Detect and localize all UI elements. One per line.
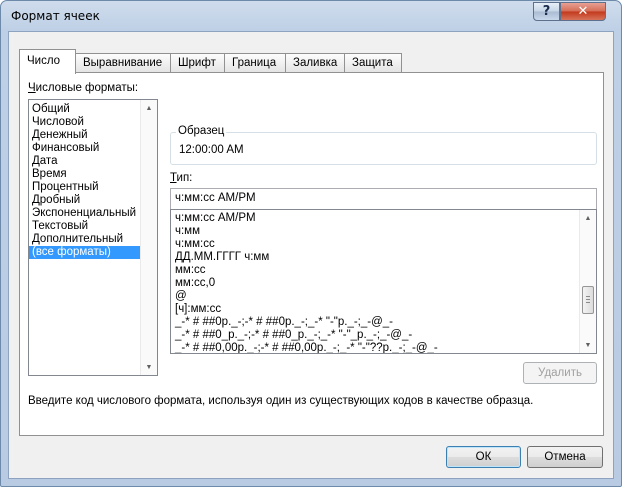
format-code-item[interactable]: ч:мм:сс bbox=[171, 238, 596, 251]
help-button[interactable]: ? bbox=[533, 2, 560, 21]
format-code-item[interactable]: ДД.ММ.ГГГГ ч:мм bbox=[171, 251, 596, 264]
tab-protection[interactable]: Защита bbox=[344, 53, 402, 73]
category-item-number[interactable]: Числовой bbox=[29, 116, 157, 129]
sample-value: 12:00:00 AM bbox=[179, 144, 244, 156]
format-code-item[interactable]: _-* # ##0р._-;-* # ##0р._-;_-* "-"р._-;_… bbox=[171, 316, 596, 329]
scroll-down-arrow-icon[interactable]: ▼ bbox=[141, 359, 157, 375]
grip-line bbox=[586, 302, 590, 303]
category-item-accounting[interactable]: Финансовый bbox=[29, 142, 157, 155]
format-code-item[interactable]: _-* # ##0_р._-;-* # ##0_р._-;_-* "-"_р._… bbox=[171, 329, 596, 342]
type-label: Тип: bbox=[170, 172, 192, 184]
category-list[interactable]: Общий Числовой Денежный Финансовый Дата … bbox=[28, 99, 158, 376]
category-item-special[interactable]: Дополнительный bbox=[29, 233, 157, 246]
description-text: Введите код числового формата, используя… bbox=[28, 395, 534, 407]
format-code-item[interactable]: мм:сс,0 bbox=[171, 277, 596, 290]
category-item-date[interactable]: Дата bbox=[29, 155, 157, 168]
category-list-scrollbar[interactable]: ▲ ▼ bbox=[140, 100, 157, 375]
scroll-thumb[interactable] bbox=[582, 286, 594, 314]
scroll-up-arrow-icon[interactable]: ▲ bbox=[580, 210, 596, 226]
category-item-time[interactable]: Время bbox=[29, 168, 157, 181]
category-item-custom[interactable]: (все форматы) bbox=[29, 246, 140, 259]
format-list-scrollbar[interactable]: ▲ ▼ bbox=[579, 210, 596, 353]
format-code-item[interactable]: @ bbox=[171, 290, 596, 303]
close-button[interactable]: ✕ bbox=[560, 2, 606, 21]
grip-line bbox=[586, 299, 590, 300]
number-tab-panel: Числовые форматы: Общий Числовой Денежны… bbox=[19, 72, 604, 436]
sample-group: Образец 12:00:00 AM bbox=[170, 125, 597, 165]
cancel-button[interactable]: Отмена bbox=[527, 446, 603, 468]
scroll-down-arrow-icon[interactable]: ▼ bbox=[580, 337, 596, 353]
ok-button[interactable]: ОК bbox=[446, 446, 521, 468]
close-icon: ✕ bbox=[577, 4, 589, 19]
tab-fill[interactable]: Заливка bbox=[285, 53, 345, 73]
category-item-scientific[interactable]: Экспоненциальный bbox=[29, 207, 157, 220]
categories-label: Числовые форматы: bbox=[28, 82, 138, 94]
format-code-item[interactable]: ч:мм bbox=[171, 225, 596, 238]
type-label-rest: ип: bbox=[176, 172, 193, 184]
tab-font[interactable]: Шрифт bbox=[170, 53, 225, 73]
dialog-title: Формат ячеек bbox=[11, 9, 100, 23]
category-item-text[interactable]: Текстовый bbox=[29, 220, 157, 233]
category-item-general[interactable]: Общий bbox=[29, 103, 157, 116]
sample-label: Образец bbox=[176, 125, 227, 137]
dialog-client-area: Число Выравнивание Шрифт Граница Заливка… bbox=[8, 31, 614, 479]
categories-label-accel: Ч bbox=[28, 82, 36, 94]
format-code-item[interactable]: ч:мм:сс AM/PM bbox=[171, 212, 596, 225]
title-bar[interactable]: Формат ячеек ? ✕ bbox=[1, 1, 621, 31]
tab-border[interactable]: Граница bbox=[224, 53, 286, 73]
format-code-item[interactable]: мм:сс bbox=[171, 264, 596, 277]
categories-label-rest: исловые форматы: bbox=[35, 82, 139, 94]
category-item-percentage[interactable]: Процентный bbox=[29, 181, 157, 194]
type-input[interactable]: ч:мм:сс AM/PM bbox=[170, 188, 597, 210]
category-item-fraction[interactable]: Дробный bbox=[29, 194, 157, 207]
scroll-up-arrow-icon[interactable]: ▲ bbox=[141, 100, 157, 116]
format-code-item[interactable]: _-* # ##0,00р._-;-* # ##0,00р._-;_-* "-"… bbox=[171, 342, 596, 353]
grip-line bbox=[586, 296, 590, 297]
format-cells-dialog: Формат ячеек ? ✕ Число Выравнивание Шриф… bbox=[0, 0, 622, 487]
delete-button[interactable]: Удалить bbox=[523, 362, 597, 384]
category-item-currency[interactable]: Денежный bbox=[29, 129, 157, 142]
format-code-item[interactable]: [ч]:мм:сс bbox=[171, 303, 596, 316]
format-code-list[interactable]: ч:мм:сс AM/PM ч:мм ч:мм:сс ДД.ММ.ГГГГ ч:… bbox=[170, 209, 597, 354]
tab-number[interactable]: Число bbox=[19, 49, 76, 74]
tab-alignment[interactable]: Выравнивание bbox=[75, 53, 171, 73]
